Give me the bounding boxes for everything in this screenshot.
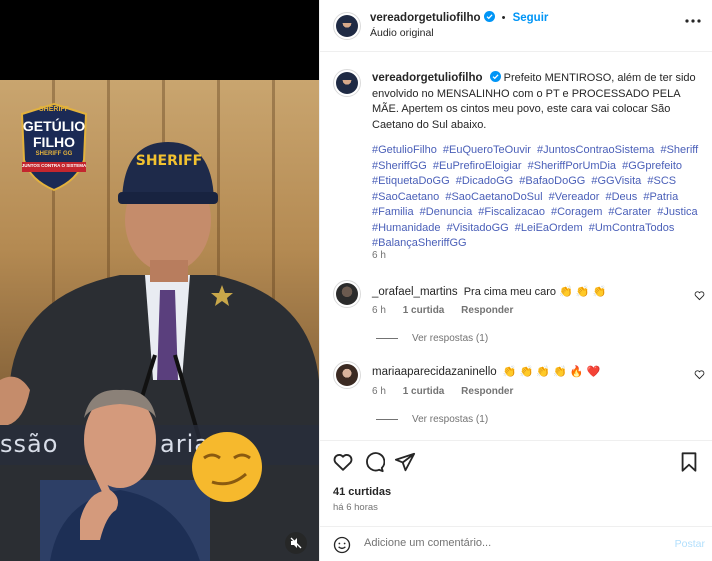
share-icon[interactable]: [394, 451, 416, 473]
video-frame[interactable]: SHERIFF SHERIFF GETÚLIO FILHO SHERIFF GG…: [0, 80, 319, 561]
heart-icon[interactable]: [694, 369, 705, 380]
hashtag-link[interactable]: #SaoCaetanoDoSul: [445, 191, 542, 203]
post-comment-button[interactable]: Postar: [675, 538, 705, 550]
reply-button[interactable]: Responder: [461, 305, 513, 316]
post-actions: 41 curtidas há 6 horas: [320, 440, 712, 520]
more-options-icon[interactable]: [685, 18, 701, 24]
comments-section[interactable]: vereadorgetuliofilho Prefeito MENTIROSO,…: [320, 53, 712, 440]
audio-label[interactable]: Áudio original: [370, 27, 434, 39]
hashtag-link[interactable]: #BafaoDoGG: [519, 175, 585, 187]
post-header: vereadorgetuliofilho • Seguir Áudio orig…: [320, 0, 712, 52]
heart-icon[interactable]: [332, 451, 354, 473]
comment-icon[interactable]: [363, 451, 385, 473]
hashtag-link[interactable]: #LeiEaOrdem: [515, 222, 583, 234]
post-media[interactable]: SHERIFF SHERIFF GETÚLIO FILHO SHERIFF GG…: [0, 0, 319, 561]
post-sidebar: vereadorgetuliofilho • Seguir Áudio orig…: [319, 0, 712, 561]
hashtag-link[interactable]: #Familia: [372, 206, 414, 218]
hashtag-link[interactable]: #Fiscalizacao: [478, 206, 545, 218]
view-replies-button[interactable]: Ver respostas (1): [376, 414, 488, 425]
comment-input[interactable]: [364, 537, 644, 549]
emoji-icon[interactable]: [333, 536, 351, 554]
comment-time: 6 h: [372, 305, 386, 316]
caption-username[interactable]: vereadorgetuliofilho: [372, 72, 483, 84]
author-avatar[interactable]: [333, 12, 361, 40]
logo-top: SHERIFF: [39, 106, 69, 113]
commenter-avatar[interactable]: [333, 361, 361, 389]
hashtag-link[interactable]: #Vereador: [549, 191, 600, 203]
hashtag-link[interactable]: #SheriffGG: [372, 160, 427, 172]
hashtag-list: #GetulioFilho #EuQueroTeOuvir #JuntosCon…: [372, 143, 702, 252]
commenter-username[interactable]: _orafael_martins: [372, 286, 458, 298]
header-separator: •: [501, 12, 506, 24]
reply-button[interactable]: Responder: [461, 386, 513, 397]
mute-button[interactable]: [285, 532, 307, 554]
hashtag-link[interactable]: #SheriffPorUmDia: [528, 160, 616, 172]
logo-name-2: FILHO: [33, 134, 75, 150]
hashtag-link[interactable]: #DicadoGG: [456, 175, 513, 187]
bookmark-icon[interactable]: [678, 451, 700, 473]
hashtag-link[interactable]: #SaoCaetano: [372, 191, 439, 203]
hashtag-link[interactable]: #Humanidade: [372, 222, 441, 234]
hashtag-link[interactable]: #EuQueroTeOuvir: [443, 144, 531, 156]
caption: vereadorgetuliofilho Prefeito MENTIROSO,…: [372, 71, 702, 133]
hashtag-link[interactable]: #EtiquetaDoGG: [372, 175, 450, 187]
post-time: há 6 horas: [333, 502, 378, 513]
view-replies-label: Ver respostas (1): [412, 333, 489, 344]
smirk-emoji: [192, 432, 262, 502]
comment-time: 6 h: [372, 386, 386, 397]
hashtag-link[interactable]: #GGprefeito: [622, 160, 682, 172]
hashtag-link[interactable]: #VisitadoGG: [447, 222, 509, 234]
hashtag-link[interactable]: #BalançaSheriffGG: [372, 237, 467, 249]
mute-icon: [290, 537, 302, 549]
follow-button[interactable]: Seguir: [513, 12, 549, 24]
hashtag-link[interactable]: #SCS: [647, 175, 676, 187]
author-username[interactable]: vereadorgetuliofilho: [370, 12, 481, 24]
hashtag-link[interactable]: #Coragem: [551, 206, 602, 218]
view-replies-label: Ver respostas (1): [412, 414, 489, 425]
comment-likes[interactable]: 1 curtida: [403, 386, 445, 397]
hashtag-link[interactable]: #Patria: [643, 191, 678, 203]
hashtag-link[interactable]: #Sheriff: [660, 144, 698, 156]
likes-count[interactable]: 41 curtidas: [333, 486, 391, 498]
comment-likes[interactable]: 1 curtida: [403, 305, 445, 316]
commenter-username[interactable]: mariaaparecidazaninello: [372, 366, 497, 378]
add-comment-bar: Postar: [320, 526, 712, 561]
hashtag-link[interactable]: #Justica: [657, 206, 697, 218]
logo-banner: JUNTOS CONTRA O SISTEMA: [21, 163, 87, 168]
comment-text: Pra cima meu caro 👏 👏 👏: [463, 286, 607, 298]
logo-name-1: GETÚLIO: [22, 118, 86, 134]
hashtag-link[interactable]: #GGVisita: [591, 175, 641, 187]
hashtag-link[interactable]: #Deus: [605, 191, 637, 203]
hashtag-link[interactable]: #Denuncia: [420, 206, 473, 218]
verified-icon: [483, 11, 495, 22]
verified-icon: [489, 71, 501, 82]
hashtag-link[interactable]: #EuPrefiroEloigiar: [433, 160, 522, 172]
hashtag-link[interactable]: #JuntosContraoSistema: [537, 144, 654, 156]
heart-icon[interactable]: [694, 290, 705, 301]
cap-logo-text: SHERIFF: [135, 153, 203, 169]
reaction-person: [40, 389, 210, 561]
logo-sub: SHERIFF GG: [35, 151, 73, 157]
hashtag-link[interactable]: #UmContraTodos: [589, 222, 675, 234]
hashtag-link[interactable]: #Carater: [608, 206, 651, 218]
commenter-avatar[interactable]: [333, 280, 361, 308]
post-modal: SHERIFF SHERIFF GETÚLIO FILHO SHERIFF GG…: [0, 0, 712, 561]
caption-avatar[interactable]: [333, 69, 361, 97]
caption-time: 6 h: [372, 250, 386, 261]
view-replies-button[interactable]: Ver respostas (1): [376, 333, 488, 344]
hashtag-link[interactable]: #GetulioFilho: [372, 144, 437, 156]
comment-text: 👏 👏 👏 👏 🔥 ❤️: [502, 366, 601, 378]
